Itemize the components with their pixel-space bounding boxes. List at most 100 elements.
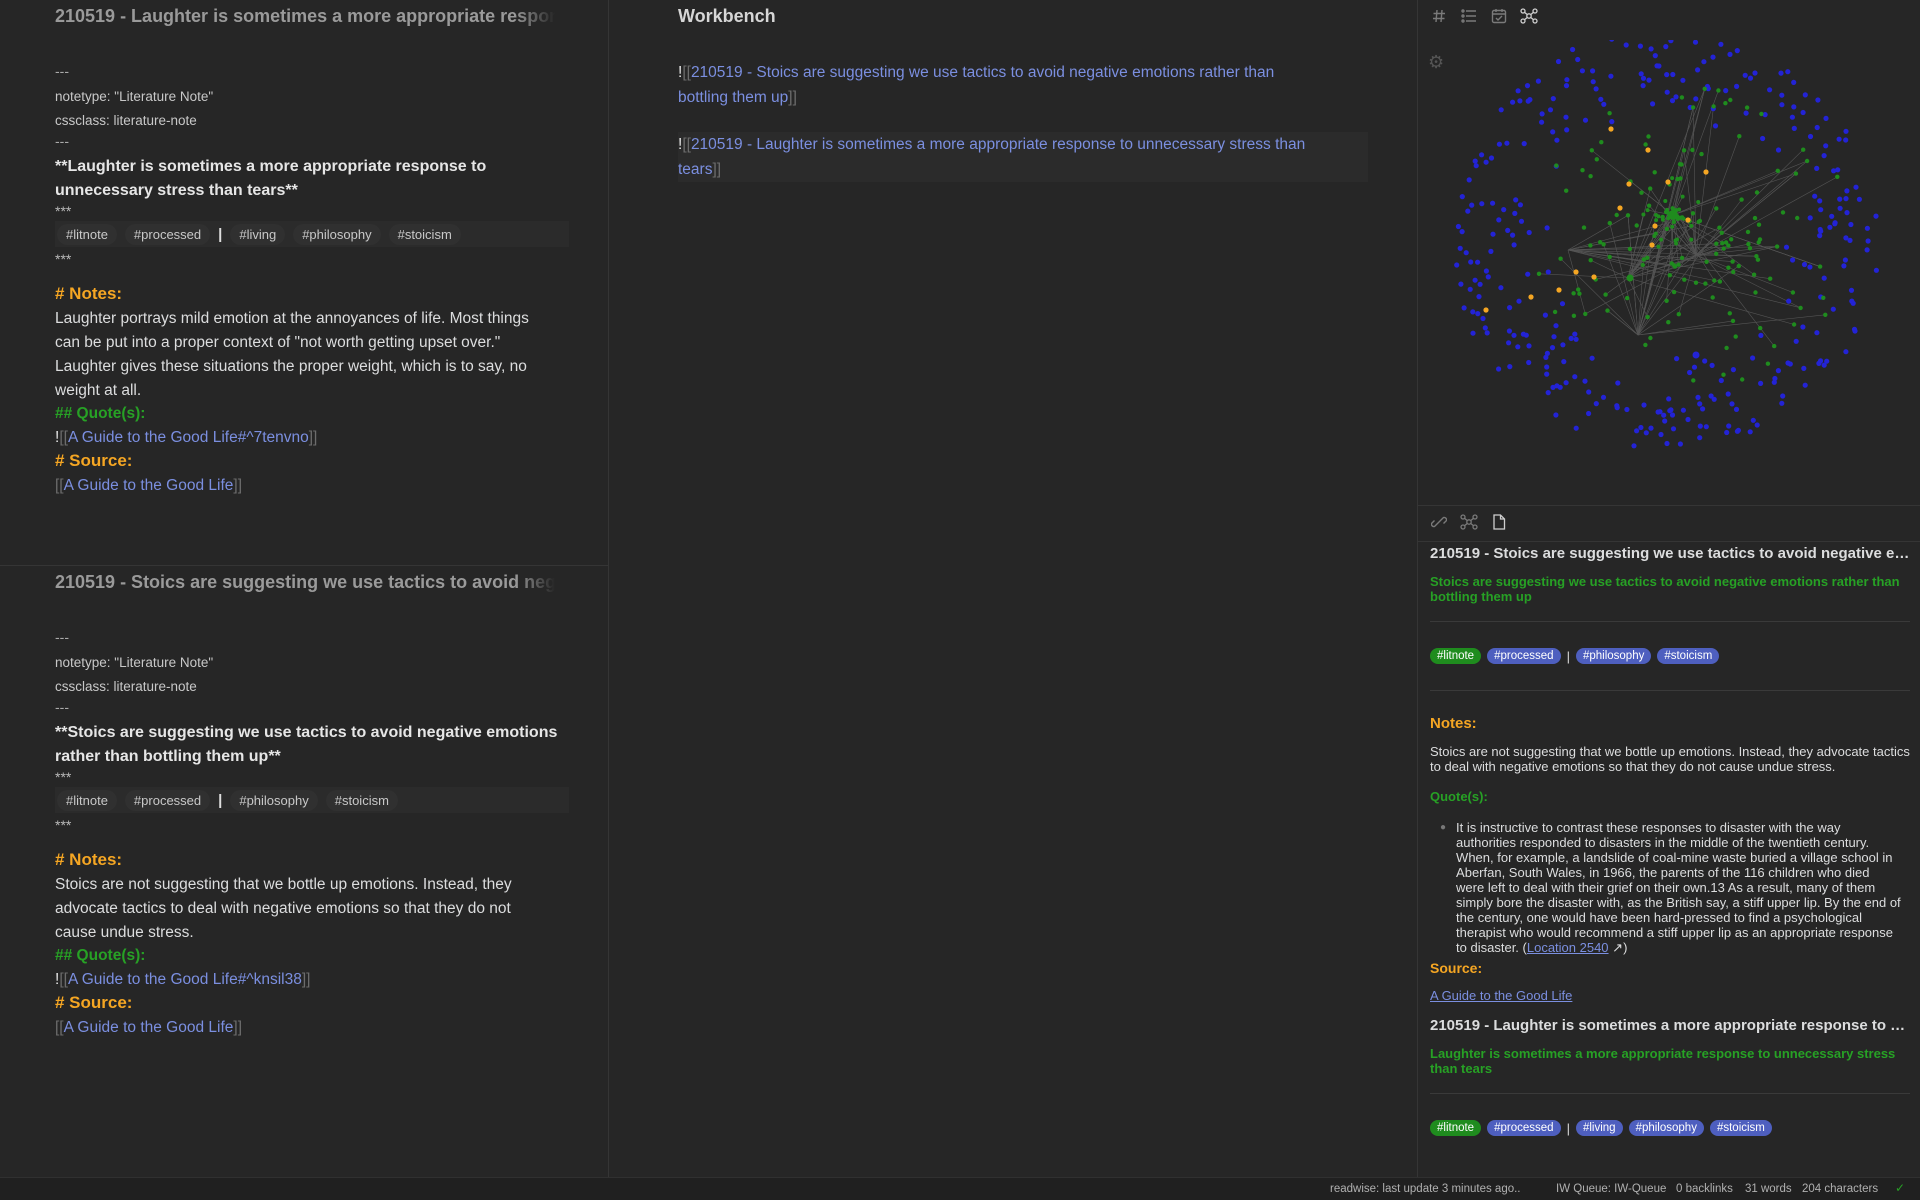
graph-node[interactable] [1563, 380, 1569, 386]
graph-node[interactable] [1490, 231, 1496, 237]
graph-node[interactable] [1711, 104, 1716, 109]
tag[interactable]: #philosophy [230, 789, 318, 811]
graph-node[interactable] [1607, 220, 1612, 226]
graph-node[interactable] [1550, 96, 1556, 102]
graph-node[interactable] [1747, 429, 1753, 435]
graph-node[interactable] [1560, 342, 1566, 348]
graph-node[interactable] [1697, 401, 1703, 407]
backlinks-count[interactable]: 0 backlinks [1676, 1183, 1733, 1195]
graph-node[interactable] [1747, 246, 1753, 251]
graph-node[interactable] [1664, 298, 1669, 303]
graph-node[interactable] [1720, 241, 1725, 246]
graph-node[interactable] [1754, 422, 1760, 428]
graph-node[interactable] [1679, 95, 1685, 100]
graph-node[interactable] [1752, 70, 1758, 76]
graph-node[interactable] [1843, 196, 1849, 202]
graph-node[interactable] [1779, 102, 1785, 108]
graph-node[interactable] [1527, 97, 1533, 103]
graph-node[interactable] [1516, 298, 1522, 304]
graph-node[interactable] [1483, 268, 1489, 274]
graph-node[interactable] [1807, 215, 1813, 221]
graph-node[interactable] [1689, 223, 1694, 228]
graph-node[interactable] [1710, 295, 1715, 300]
graph-node[interactable] [1563, 83, 1570, 89]
graph-node[interactable] [1746, 241, 1751, 247]
quote-link[interactable]: A Guide to the Good Life#^7tenvno [68, 429, 309, 446]
graph-node[interactable] [1758, 380, 1764, 386]
graph-node[interactable] [1814, 124, 1820, 131]
graph-node[interactable] [1488, 155, 1495, 161]
graph-node[interactable] [1465, 208, 1471, 214]
graph-node[interactable] [1506, 328, 1512, 334]
graph-node[interactable] [1505, 227, 1511, 233]
graph-node[interactable] [1641, 212, 1646, 217]
graph-node[interactable] [1579, 68, 1585, 74]
graph-node[interactable] [1823, 143, 1829, 149]
graph-node[interactable] [1785, 360, 1791, 366]
graph-node[interactable] [1758, 332, 1764, 338]
graph-node[interactable] [1526, 343, 1532, 349]
graph-node[interactable] [1704, 259, 1709, 264]
graph-hub-node[interactable] [1626, 274, 1634, 282]
graph-node[interactable] [1588, 243, 1593, 248]
graph-node[interactable] [1643, 342, 1648, 348]
graph-node[interactable] [1727, 51, 1733, 57]
graph-node[interactable] [1652, 223, 1658, 229]
graph-node[interactable] [1583, 311, 1588, 317]
graph-node[interactable] [1649, 242, 1655, 248]
graph-node[interactable] [1812, 193, 1818, 199]
graph-node[interactable] [1477, 281, 1483, 287]
graph-node[interactable] [1573, 425, 1579, 431]
graph-node[interactable] [1817, 233, 1823, 239]
graph-node[interactable] [1679, 215, 1684, 220]
graph-node[interactable] [1723, 240, 1729, 245]
graph-node[interactable] [1480, 315, 1486, 322]
graph-node[interactable] [1648, 186, 1653, 191]
graph-node[interactable] [1699, 151, 1704, 157]
graph-node[interactable] [1843, 137, 1849, 143]
graph-node[interactable] [1690, 147, 1695, 153]
graph-node[interactable] [1590, 68, 1596, 74]
graph-node[interactable] [1734, 48, 1740, 54]
graph-node[interactable] [1681, 148, 1687, 153]
graph-node[interactable] [1625, 295, 1630, 301]
graph-node[interactable] [1802, 92, 1808, 98]
graph-node[interactable] [1817, 198, 1823, 204]
graph-node[interactable] [1743, 110, 1749, 116]
graph-node[interactable] [1553, 323, 1559, 329]
graph-node[interactable] [1723, 101, 1728, 106]
graph-node[interactable] [1608, 73, 1614, 79]
graph-node[interactable] [1476, 294, 1482, 300]
graph-node[interactable] [1837, 196, 1843, 202]
graph-node[interactable] [1765, 361, 1771, 366]
graph-node[interactable] [1843, 128, 1849, 134]
graph-node[interactable] [1544, 371, 1550, 377]
graph-node[interactable] [1798, 305, 1803, 311]
graph-node[interactable] [1716, 88, 1721, 93]
tag[interactable]: #litnote [1430, 1120, 1482, 1136]
graph-node[interactable] [1685, 416, 1691, 423]
graph-node[interactable] [1515, 88, 1521, 94]
graph-node[interactable] [1664, 226, 1670, 232]
graph-node[interactable] [1542, 312, 1548, 318]
source-link[interactable]: A Guide to the Good Life [64, 1019, 234, 1036]
graph-node[interactable] [1549, 345, 1556, 351]
graph-node[interactable] [1742, 72, 1748, 78]
graph-node[interactable] [1697, 423, 1703, 429]
graph-node[interactable] [1543, 354, 1549, 360]
graph-node[interactable] [1873, 213, 1879, 219]
graph-node[interactable] [1556, 287, 1562, 293]
graph-node[interactable] [1658, 431, 1664, 438]
graph-node[interactable] [1714, 251, 1719, 256]
graph-node[interactable] [1475, 311, 1481, 317]
graph-node[interactable] [1791, 125, 1797, 131]
graph-node[interactable] [1703, 281, 1708, 286]
graph-node[interactable] [1669, 412, 1676, 418]
graph-node[interactable] [1853, 184, 1859, 190]
graph-node[interactable] [1674, 241, 1679, 246]
graph-node[interactable] [1791, 322, 1797, 327]
graph-node[interactable] [1689, 237, 1694, 242]
graph-node[interactable] [1513, 197, 1519, 203]
graph-node[interactable] [1687, 369, 1693, 376]
graph-node[interactable] [1780, 210, 1786, 215]
